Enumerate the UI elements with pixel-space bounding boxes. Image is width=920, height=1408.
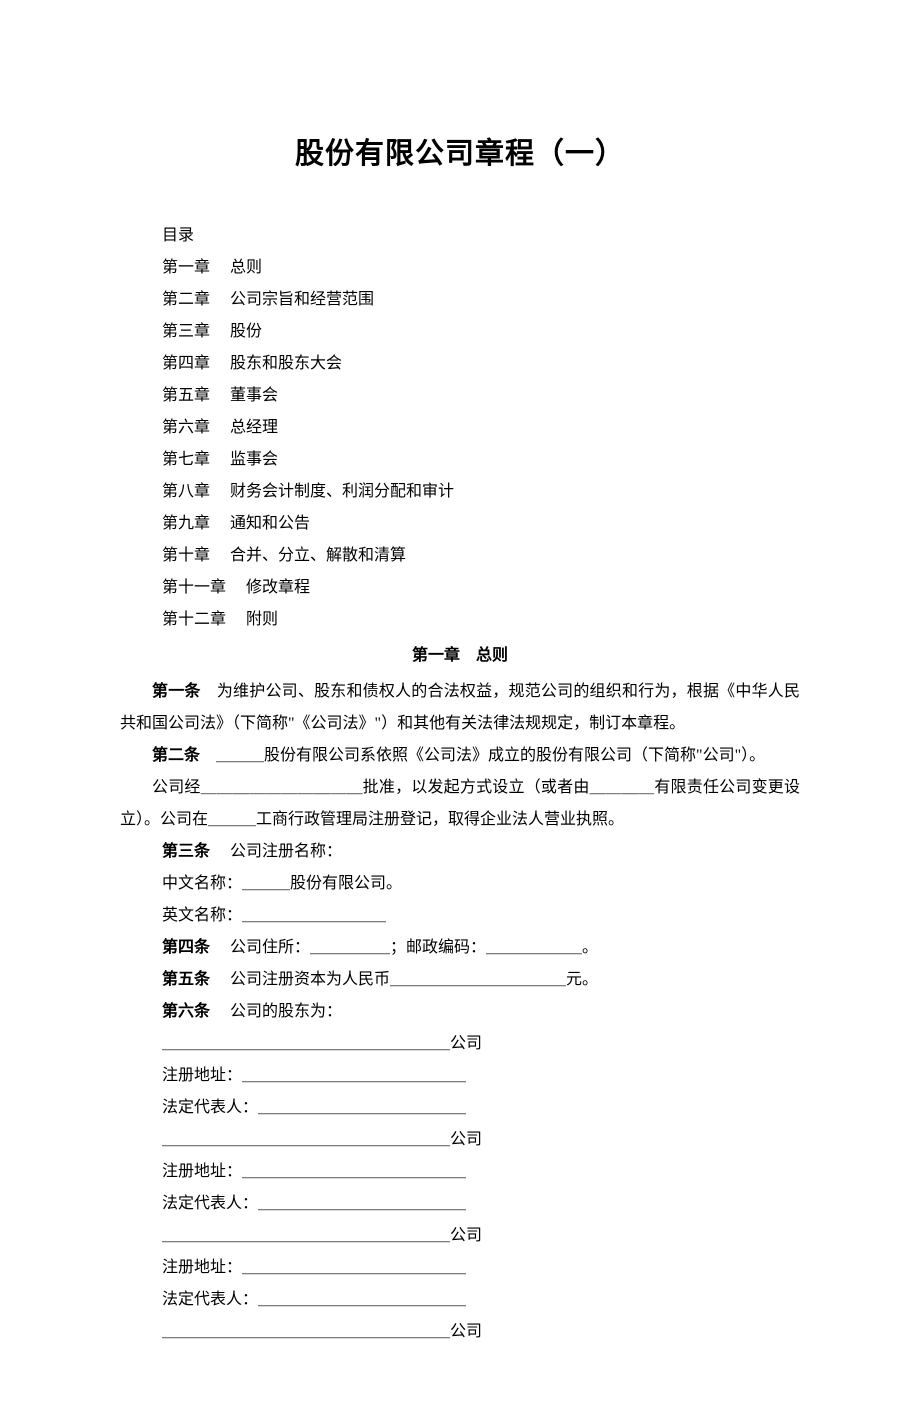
toc-name: 合并、分立、解散和清算 — [230, 547, 406, 564]
toc-chapter: 第四章 — [162, 348, 210, 380]
toc-name: 修改章程 — [246, 579, 310, 596]
article-2-line1: 第二条 ＿＿＿股份有限公司系依照《公司法》成立的股份有限公司（下简称"公司"）。 — [120, 740, 800, 772]
toc-chapter: 第八章 — [162, 476, 210, 508]
toc-chapter: 第七章 — [162, 444, 210, 476]
toc-chapter: 第五章 — [162, 380, 210, 412]
article-3-en: 英文名称：＿＿＿＿＿＿＿＿＿ — [120, 900, 800, 932]
toc-chapter: 第二章 — [162, 284, 210, 316]
article-text: 为维护公司、股东和债权人的合法权益，规范公司的组织和行为，根据《中华人民共和国公… — [120, 683, 800, 732]
toc-item: 第六章 总经理 — [120, 412, 800, 444]
article-text: 公司注册名称： — [230, 843, 342, 860]
article-text: 公司注册资本为人民币＿＿＿＿＿＿＿＿＿＿＿元。 — [230, 971, 598, 988]
toc-chapter: 第三章 — [162, 316, 210, 348]
article-label: 第三条 — [162, 843, 210, 860]
shareholder-rep: 法定代表人：＿＿＿＿＿＿＿＿＿＿＿＿＿ — [120, 1092, 800, 1124]
toc-chapter: 第十一章 — [162, 572, 226, 604]
shareholder-company: ＿＿＿＿＿＿＿＿＿＿＿＿＿＿＿＿＿＿公司 — [120, 1220, 800, 1252]
document-title: 股份有限公司章程（一） — [120, 130, 800, 172]
shareholder-rep: 法定代表人：＿＿＿＿＿＿＿＿＿＿＿＿＿ — [120, 1284, 800, 1316]
toc-name: 股东和股东大会 — [230, 355, 342, 372]
toc-name: 股份 — [230, 323, 262, 340]
toc-item: 第五章 董事会 — [120, 380, 800, 412]
chapter-heading: 第一章 总则 — [120, 640, 800, 672]
shareholder-rep: 法定代表人：＿＿＿＿＿＿＿＿＿＿＿＿＿ — [120, 1188, 800, 1220]
article-1: 第一条 为维护公司、股东和债权人的合法权益，规范公司的组织和行为，根据《中华人民… — [120, 676, 800, 740]
shareholder-addr: 注册地址：＿＿＿＿＿＿＿＿＿＿＿＿＿＿ — [120, 1156, 800, 1188]
toc-name: 监事会 — [230, 451, 278, 468]
toc-name: 董事会 — [230, 387, 278, 404]
toc-name: 公司宗旨和经营范围 — [230, 291, 374, 308]
toc-item: 第四章 股东和股东大会 — [120, 348, 800, 380]
article-label: 第六条 — [162, 1003, 210, 1020]
toc-chapter: 第十章 — [162, 540, 210, 572]
toc-item: 第十一章 修改章程 — [120, 572, 800, 604]
article-label: 第二条 — [152, 747, 200, 764]
shareholder-company: ＿＿＿＿＿＿＿＿＿＿＿＿＿＿＿＿＿＿公司 — [120, 1124, 800, 1156]
toc-item: 第九章 通知和公告 — [120, 508, 800, 540]
toc-item: 第三章 股份 — [120, 316, 800, 348]
toc-chapter: 第十二章 — [162, 604, 226, 636]
article-2-line2: 公司经＿＿＿＿＿＿＿＿＿＿批准，以发起方式设立（或者由＿＿＿＿有限责任公司变更设… — [120, 772, 800, 836]
shareholder-company: ＿＿＿＿＿＿＿＿＿＿＿＿＿＿＿＿＿＿公司 — [120, 1316, 800, 1348]
toc-item: 第十章 合并、分立、解散和清算 — [120, 540, 800, 572]
article-label: 第五条 — [162, 971, 210, 988]
toc-header: 目录 — [120, 220, 800, 252]
shareholder-company: ＿＿＿＿＿＿＿＿＿＿＿＿＿＿＿＿＿＿公司 — [120, 1028, 800, 1060]
toc-chapter: 第六章 — [162, 412, 210, 444]
toc-item: 第一章 总则 — [120, 252, 800, 284]
toc-item: 第二章 公司宗旨和经营范围 — [120, 284, 800, 316]
article-text: 公司住所：＿＿＿＿＿；邮政编码：＿＿＿＿＿＿。 — [230, 939, 598, 956]
toc-name: 总经理 — [230, 419, 278, 436]
article-5: 第五条 公司注册资本为人民币＿＿＿＿＿＿＿＿＿＿＿元。 — [120, 964, 800, 996]
article-6: 第六条 公司的股东为： — [120, 996, 800, 1028]
toc-chapter: 第九章 — [162, 508, 210, 540]
article-text: 公司的股东为： — [230, 1003, 342, 1020]
article-text: ＿＿＿股份有限公司系依照《公司法》成立的股份有限公司（下简称"公司"）。 — [216, 747, 765, 764]
article-3: 第三条 公司注册名称： — [120, 836, 800, 868]
article-label: 第一条 — [152, 683, 201, 700]
article-3-cn: 中文名称：＿＿＿股份有限公司。 — [120, 868, 800, 900]
toc-name: 财务会计制度、利润分配和审计 — [230, 483, 454, 500]
shareholder-addr: 注册地址：＿＿＿＿＿＿＿＿＿＿＿＿＿＿ — [120, 1252, 800, 1284]
toc-chapter: 第一章 — [162, 252, 210, 284]
article-4: 第四条 公司住所：＿＿＿＿＿；邮政编码：＿＿＿＿＿＿。 — [120, 932, 800, 964]
toc-item: 第八章 财务会计制度、利润分配和审计 — [120, 476, 800, 508]
document-page: 股份有限公司章程（一） 目录 第一章总则 第二章公司宗旨和经营范围 第三章股份 … — [0, 0, 920, 1408]
toc-name: 附则 — [246, 611, 278, 628]
toc-item: 第十二章 附则 — [120, 604, 800, 636]
shareholder-addr: 注册地址：＿＿＿＿＿＿＿＿＿＿＿＿＿＿ — [120, 1060, 800, 1092]
toc-name: 通知和公告 — [230, 515, 310, 532]
article-label: 第四条 — [162, 939, 210, 956]
toc-item: 第七章 监事会 — [120, 444, 800, 476]
toc-name: 总则 — [230, 259, 262, 276]
